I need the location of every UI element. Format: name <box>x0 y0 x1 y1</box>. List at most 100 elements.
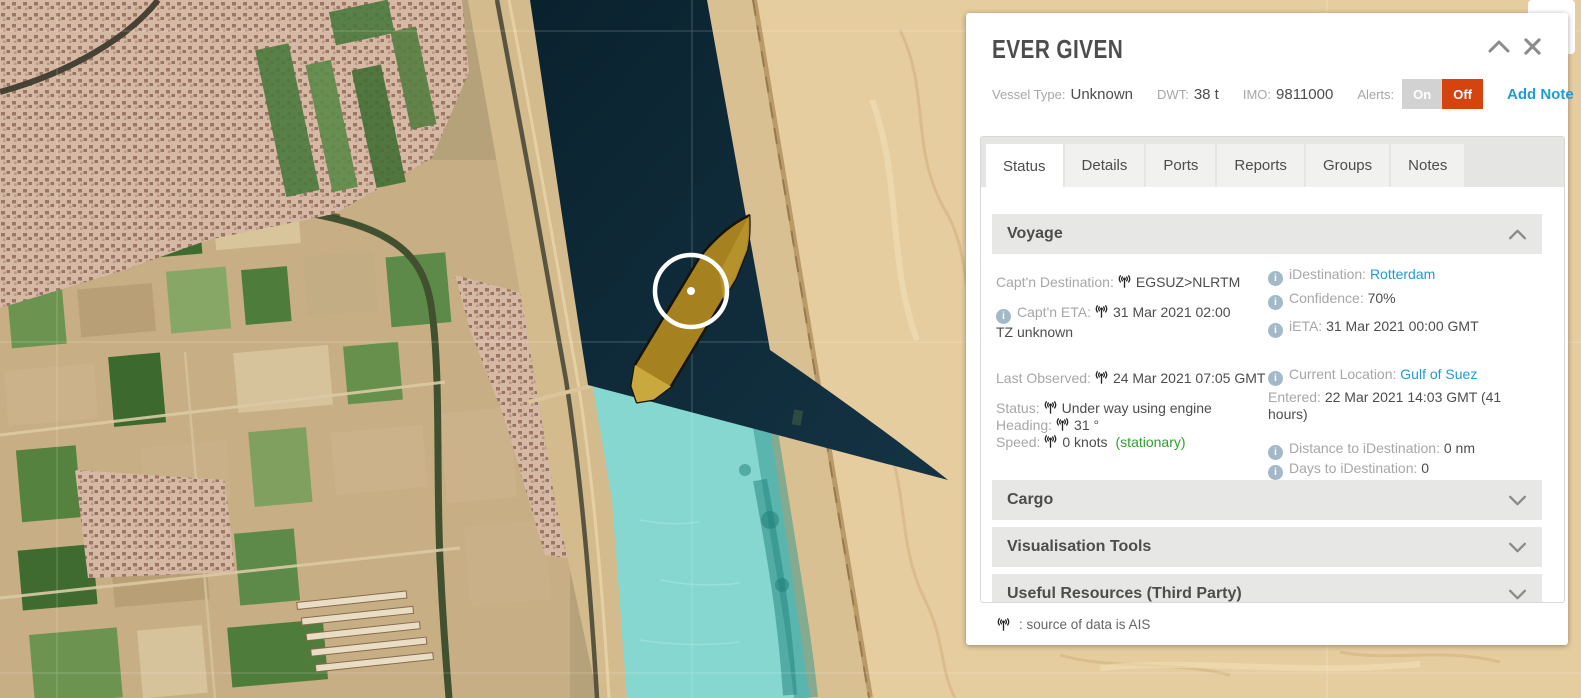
voyage-fields: Capt'n Destination: EGSUZ>NLRTM Capt'n ET… <box>992 254 1542 480</box>
field-captn-eta: Capt'n ETA: 31 Mar 2021 02:00 <box>996 304 1268 324</box>
captn-eta-value: 31 Mar 2021 02:00 <box>1113 304 1231 320</box>
current-location-label: Current Location: <box>1289 366 1396 382</box>
tab-bar: Status Details Ports Reports Groups Note… <box>981 137 1564 187</box>
distance-label: Distance to iDestination: <box>1289 440 1440 456</box>
chevron-down-icon <box>1508 542 1527 553</box>
cargo-section-title: Cargo <box>1007 491 1053 509</box>
vessel-dwt: DWT: 38 t <box>1157 86 1219 103</box>
field-days: Days to iDestination: 0 <box>1268 460 1538 480</box>
captn-destination-label: Capt'n Destination: <box>996 274 1114 290</box>
vessel-details-card: Status Details Ports Reports Groups Note… <box>980 136 1565 603</box>
ais-antenna-icon <box>1055 418 1070 431</box>
field-current-location: Current Location: Gulf of Suez <box>1268 366 1538 386</box>
days-value: 0 <box>1421 460 1429 476</box>
info-icon[interactable] <box>1268 295 1283 310</box>
useful-resources-section-header[interactable]: Useful Resources (Third Party) <box>992 574 1542 603</box>
info-icon[interactable] <box>1268 445 1283 460</box>
tab-ports[interactable]: Ports <box>1146 144 1215 187</box>
entered-label: Entered: <box>1268 389 1321 405</box>
confidence-label: Confidence: <box>1289 290 1364 306</box>
close-panel-icon[interactable] <box>1523 37 1542 56</box>
dwt-value: 38 t <box>1194 86 1219 103</box>
field-speed: Speed: 0 knots (stationary) <box>996 434 1268 451</box>
current-location-link[interactable]: Gulf of Suez <box>1400 366 1477 382</box>
ais-antenna-icon <box>1117 275 1132 288</box>
stationary-badge: (stationary) <box>1116 434 1186 450</box>
tab-details[interactable]: Details <box>1065 144 1145 187</box>
info-icon[interactable] <box>1268 465 1283 480</box>
info-icon[interactable] <box>1268 323 1283 338</box>
ais-antenna-icon <box>1043 435 1058 448</box>
captn-eta-label: Capt'n ETA: <box>1017 304 1091 320</box>
info-icon[interactable] <box>1268 271 1283 286</box>
alerts-label: Alerts: <box>1357 87 1394 102</box>
field-entered: Entered: 22 Mar 2021 14:03 GMT (41 hours… <box>1268 389 1538 423</box>
speed-value: 0 knots <box>1062 434 1107 450</box>
field-nav-status: Status: Under way using engine <box>996 400 1268 417</box>
info-icon[interactable] <box>996 309 1011 324</box>
field-ieta: iETA: 31 Mar 2021 00:00 GMT <box>1268 318 1538 338</box>
last-observed-label: Last Observed: <box>996 370 1091 386</box>
ais-antenna-icon <box>1094 305 1109 318</box>
field-idestination: iDestination: Rotterdam <box>1268 266 1538 286</box>
heading-value: 31 ° <box>1074 417 1099 433</box>
vessel-info-panel: EVER GIVEN Vessel Type: Unknown DWT: 38 … <box>966 13 1568 645</box>
collapse-panel-icon[interactable] <box>1488 40 1510 53</box>
ais-antenna-icon <box>1094 371 1109 384</box>
imo-label: IMO: <box>1243 87 1271 102</box>
speed-label: Speed: <box>996 434 1040 450</box>
chevron-down-icon <box>1508 589 1527 600</box>
status-tab-content: Voyage Capt'n Destination: EGSUZ>NLRTM Ca… <box>981 187 1564 603</box>
tab-groups[interactable]: Groups <box>1306 144 1389 187</box>
ais-antenna-icon <box>1043 401 1058 414</box>
field-captn-destination: Capt'n Destination: EGSUZ>NLRTM <box>996 274 1268 291</box>
field-confidence: Confidence: 70% <box>1268 290 1538 310</box>
captn-destination-value: EGSUZ>NLRTM <box>1136 274 1240 290</box>
voyage-section-header[interactable]: Voyage <box>992 214 1542 254</box>
vessel-type-label: Vessel Type: <box>992 87 1065 102</box>
alerts-toggle-group: Alerts: On Off <box>1357 79 1483 109</box>
vessel-imo: IMO: 9811000 <box>1243 86 1333 103</box>
chevron-down-icon <box>1508 495 1527 506</box>
vessel-name-title: EVER GIVEN <box>992 34 1432 64</box>
vessel-type: Vessel Type: Unknown <box>992 86 1133 103</box>
tab-reports[interactable]: Reports <box>1217 144 1304 187</box>
idestination-label: iDestination: <box>1289 266 1366 282</box>
ais-source-text: : source of data is AIS <box>1019 617 1150 632</box>
tab-status[interactable]: Status <box>986 144 1063 193</box>
tab-notes[interactable]: Notes <box>1391 144 1464 187</box>
ieta-label: iETA: <box>1289 318 1322 334</box>
imo-value: 9811000 <box>1276 86 1333 103</box>
ieta-value: 31 Mar 2021 00:00 GMT <box>1326 318 1479 334</box>
ais-source-note: : source of data is AIS <box>993 617 1150 632</box>
field-heading: Heading: 31 ° <box>996 417 1268 434</box>
heading-label: Heading: <box>996 417 1052 433</box>
vessel-type-value: Unknown <box>1070 86 1133 103</box>
distance-value: 0 nm <box>1444 440 1475 456</box>
panel-header: EVER GIVEN Vessel Type: Unknown DWT: 38 … <box>966 13 1568 109</box>
last-observed-value: 24 Mar 2021 07:05 GMT <box>1113 370 1266 386</box>
idestination-link[interactable]: Rotterdam <box>1370 266 1435 282</box>
useful-resources-section-title: Useful Resources (Third Party) <box>1007 585 1242 603</box>
days-label: Days to iDestination: <box>1289 460 1417 476</box>
captn-eta-tz: TZ unknown <box>996 324 1073 340</box>
dwt-label: DWT: <box>1157 87 1189 102</box>
field-last-observed: Last Observed: 24 Mar 2021 07:05 GMT <box>996 370 1268 387</box>
voyage-section-title: Voyage <box>1007 225 1063 243</box>
vessel-tracker-app: EVER GIVEN Vessel Type: Unknown DWT: 38 … <box>0 0 1581 698</box>
status-value: Under way using engine <box>1062 400 1212 416</box>
cargo-section-header[interactable]: Cargo <box>992 480 1542 520</box>
vessel-meta-row: Vessel Type: Unknown DWT: 38 t IMO: 9811… <box>992 79 1542 109</box>
status-label: Status: <box>996 400 1040 416</box>
alerts-off-button[interactable]: Off <box>1442 79 1483 109</box>
field-captn-eta-tz: TZ unknown <box>996 324 1268 341</box>
confidence-value: 70% <box>1368 290 1396 306</box>
visualisation-tools-section-header[interactable]: Visualisation Tools <box>992 527 1542 567</box>
alerts-on-button[interactable]: On <box>1402 79 1442 109</box>
chevron-up-icon <box>1508 229 1527 240</box>
field-distance: Distance to iDestination: 0 nm <box>1268 440 1538 460</box>
ais-antenna-icon <box>996 618 1011 631</box>
add-note-link[interactable]: Add Note <box>1507 86 1574 103</box>
info-icon[interactable] <box>1268 371 1283 386</box>
visualisation-tools-section-title: Visualisation Tools <box>1007 538 1151 556</box>
